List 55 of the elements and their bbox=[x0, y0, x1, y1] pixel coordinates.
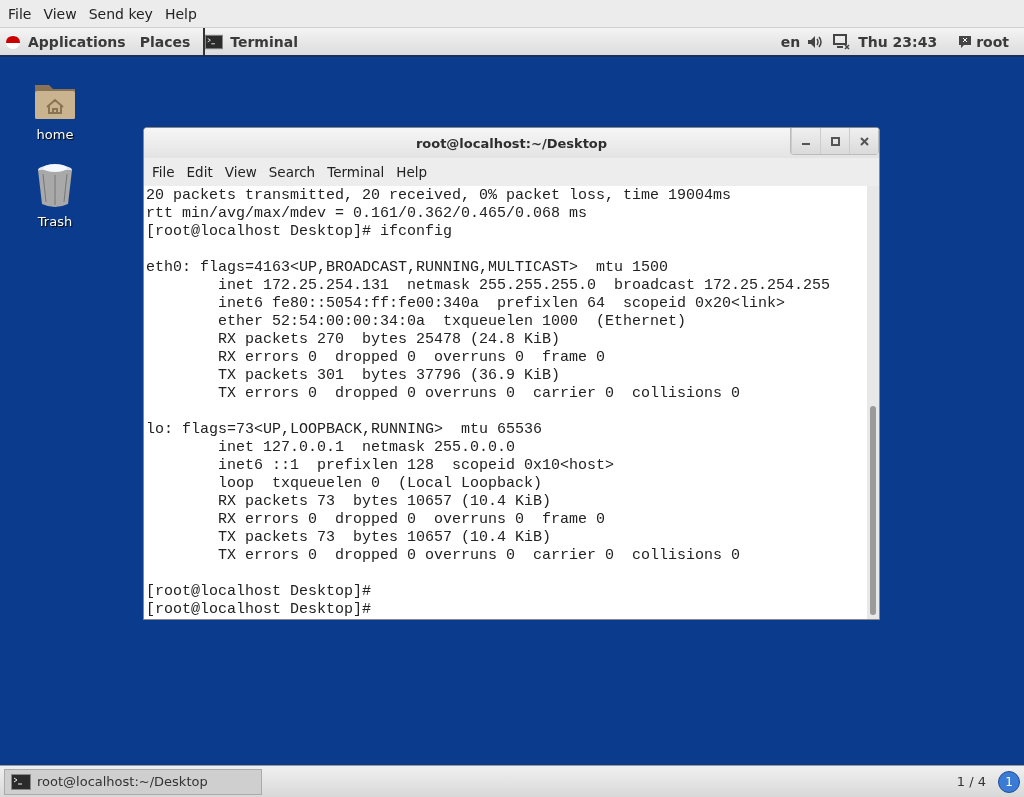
speaker-icon[interactable] bbox=[807, 34, 824, 49]
menu-item[interactable]: File bbox=[2, 5, 38, 22]
terminal-line: ether 52:54:00:00:34:0a txqueuelen 1000 (Ethernet) bbox=[217, 313, 687, 330]
terminal-icon bbox=[11, 773, 31, 790]
terminal-line: loop txqueuelen 0 (Local Loopback) bbox=[217, 475, 543, 492]
menu-item[interactable]: Help bbox=[158, 5, 203, 22]
terminal-line: inet 127.0.0.1 netmask 255.0.0.0 bbox=[217, 439, 516, 456]
terminal-line: inet6 fe80::5054:ff:fe00:340a prefixlen 64 scopeid 0x20<link> bbox=[217, 295, 786, 312]
desktop-icon-label[interactable]: Trash bbox=[37, 214, 73, 229]
terminal-line: 20 packets transmitted, 20 received, 0% packet loss, time 19004ms bbox=[146, 187, 732, 204]
scrollbar-thumb[interactable] bbox=[870, 406, 876, 615]
trash-icon bbox=[35, 162, 75, 208]
taskbar-window-button[interactable]: root@localhost:~/Desktop bbox=[4, 768, 262, 795]
user-icon[interactable] bbox=[958, 35, 973, 48]
terminal-line: TX packets 73 bytes 10657 (10.4 KiB) bbox=[217, 529, 552, 546]
network-icon[interactable] bbox=[833, 33, 852, 50]
language-indicator[interactable]: en bbox=[773, 33, 808, 50]
close-icon bbox=[859, 136, 869, 146]
terminal-line: [root@localhost Desktop]# bbox=[146, 583, 372, 600]
terminal-line: inet 172.25.254.131 netmask 255.255.255.0 broadcast 172.25.254.255 bbox=[217, 277, 831, 294]
terminal-line: TX errors 0 dropped 0 overruns 0 carrier 0 collisions 0 bbox=[217, 385, 741, 402]
maximize-icon bbox=[830, 136, 840, 146]
terminal-line: RX packets 73 bytes 10657 (10.4 KiB) bbox=[217, 493, 552, 510]
terminal-line: RX errors 0 dropped 0 overruns 0 frame 0 bbox=[217, 349, 606, 366]
hat-logo-icon bbox=[5, 33, 21, 50]
terminal-line: eth0: flags=4163<UP,BROADCAST,RUNNING,MULTICAST> mtu 1500 bbox=[146, 259, 669, 276]
menu-item[interactable]: Search bbox=[262, 164, 322, 180]
menu-item[interactable]: View bbox=[37, 5, 83, 22]
terminal-line: RX packets 270 bytes 25478 (24.8 KiB) bbox=[217, 331, 561, 348]
terminal-line: inet6 ::1 prefixlen 128 scopeid 0x10<host> bbox=[217, 457, 615, 474]
menu-item[interactable]: View bbox=[218, 164, 263, 180]
menu-item[interactable]: Terminal bbox=[321, 164, 391, 180]
terminal-line: TX packets 301 bytes 37796 (36.9 KiB) bbox=[217, 367, 561, 384]
notification-badge[interactable]: 1 bbox=[998, 770, 1020, 793]
menu-item[interactable]: Help bbox=[390, 164, 434, 180]
maximize-button[interactable] bbox=[820, 128, 849, 154]
user-menu[interactable]: root bbox=[972, 33, 1016, 50]
applications-menu[interactable]: Applications bbox=[21, 33, 133, 50]
terminal-line: [root@localhost Desktop]# bbox=[146, 601, 372, 618]
places-menu[interactable]: Places bbox=[132, 33, 198, 50]
menu-item[interactable]: Edit bbox=[180, 164, 219, 180]
terminal-line: rtt min/avg/max/mdev = 0.161/0.362/0.465/0.068 ms bbox=[146, 205, 588, 222]
terminal-line: RX errors 0 dropped 0 overruns 0 frame 0 bbox=[217, 511, 606, 528]
terminal-line: lo: flags=73<UP,LOOPBACK,RUNNING> mtu 65536 bbox=[146, 421, 543, 438]
menu-item[interactable]: Send key bbox=[82, 5, 159, 22]
close-button[interactable] bbox=[849, 128, 878, 154]
window-title: root@localhost:~/Desktop bbox=[415, 135, 608, 151]
terminal-launcher[interactable]: Terminal bbox=[223, 33, 305, 50]
minimize-button[interactable] bbox=[791, 128, 820, 154]
terminal-line: TX errors 0 dropped 0 overruns 0 carrier 0 collisions 0 bbox=[217, 547, 741, 564]
terminal-line: [root@localhost Desktop]# ifconfig bbox=[146, 223, 453, 240]
menu-item[interactable]: File bbox=[146, 164, 181, 180]
clock[interactable]: Thu 23:43 bbox=[851, 33, 945, 50]
workspace-indicator[interactable]: 1 / 4 bbox=[956, 774, 986, 789]
desktop-icon-label[interactable]: home bbox=[36, 127, 74, 142]
